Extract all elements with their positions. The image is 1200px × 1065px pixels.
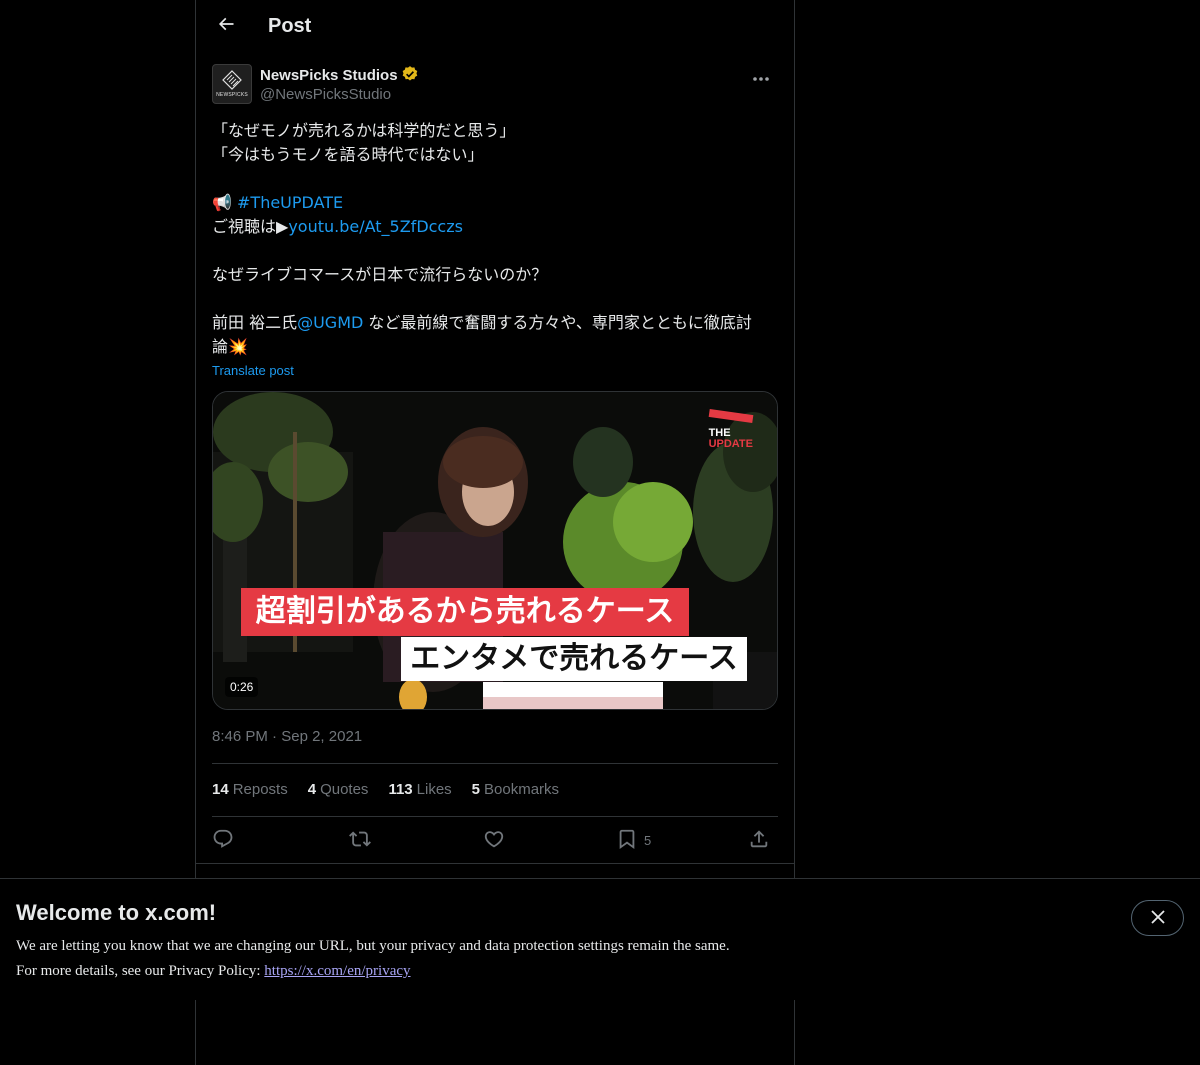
post-line-1: 「なぜモノが売れるかは科学的だと思う」 bbox=[212, 121, 516, 140]
close-banner-button[interactable] bbox=[1131, 900, 1184, 936]
megaphone-emoji: 📢 bbox=[212, 193, 232, 212]
display-name-row[interactable]: NewsPicks Studios bbox=[260, 65, 419, 87]
privacy-policy-link[interactable]: https://x.com/en/privacy bbox=[264, 963, 410, 979]
heart-icon bbox=[483, 828, 505, 853]
bookmark-icon bbox=[616, 828, 638, 853]
watch-prefix: ご視聴は▶ bbox=[212, 217, 289, 236]
quotes-count: 4 bbox=[307, 781, 317, 798]
reposts-label: Reposts bbox=[232, 781, 288, 798]
likes-stat[interactable]: 113 Likes bbox=[388, 780, 451, 800]
divider bbox=[196, 863, 794, 864]
reply-icon bbox=[212, 828, 234, 853]
share-icon bbox=[748, 828, 770, 853]
the-update-logo: THE UPDATE bbox=[709, 428, 753, 450]
more-horizontal-icon bbox=[752, 67, 770, 86]
video-player[interactable]: THE UPDATE 超割引があるから売れるケース エンタメで売れるケース 0:… bbox=[212, 391, 778, 710]
bookmark-button[interactable]: 5 bbox=[616, 826, 651, 854]
post-line-2: 「今はもうモノを語る時代ではない」 bbox=[212, 145, 484, 164]
reposts-count: 14 bbox=[212, 781, 229, 798]
video-duration: 0:26 bbox=[225, 677, 259, 697]
hashtag-line: 📢 #TheUPDATE bbox=[212, 191, 780, 215]
mention-link[interactable]: @UGMD bbox=[297, 313, 363, 332]
bookmarks-label: Bookmarks bbox=[484, 781, 560, 798]
post-timestamp[interactable]: 8:46 PM · Sep 2, 2021 bbox=[212, 727, 362, 747]
mention-line: 前田 裕二氏@UGMD など最前線で奮闘する方々や、専門家とともに徹底討 bbox=[212, 311, 780, 335]
display-name[interactable]: NewsPicks Studios bbox=[260, 66, 398, 86]
bookmarks-count: 5 bbox=[471, 781, 481, 798]
post-text: 「なぜモノが売れるかは科学的だと思う」 「今はもうモノを語る時代ではない」 📢 … bbox=[212, 119, 780, 359]
collision-emoji: 💥 bbox=[228, 337, 248, 356]
avatar-label: NEWSPICKS bbox=[216, 92, 248, 98]
back-button[interactable] bbox=[208, 8, 244, 44]
mention-suffix: など最前線で奮闘する方々や、専門家とともに徹底討 bbox=[363, 313, 752, 332]
share-button[interactable] bbox=[748, 826, 770, 854]
post-stats: 14 Reposts 4 Quotes 113 Likes 5 Bookmarks bbox=[212, 780, 559, 800]
brand-line-2: UPDATE bbox=[708, 438, 753, 450]
reply-button[interactable] bbox=[212, 826, 234, 854]
likes-label: Likes bbox=[416, 781, 452, 798]
watch-line: ご視聴は▶youtu.be/At_5ZfDcczs bbox=[212, 215, 780, 239]
last-line: 論💥 bbox=[212, 335, 780, 359]
divider bbox=[212, 816, 778, 817]
banner-line-2: For more details, see our Privacy Policy… bbox=[16, 959, 730, 984]
last-line-text: 論 bbox=[212, 337, 229, 356]
verified-badge-icon bbox=[401, 65, 419, 87]
banner-title: Welcome to x.com! bbox=[16, 900, 217, 925]
like-button[interactable] bbox=[483, 826, 505, 854]
banner-text: We are letting you know that we are chan… bbox=[16, 934, 730, 984]
post-actions: 5 bbox=[212, 826, 778, 854]
banner-line-2-prefix: For more details, see our Privacy Policy… bbox=[16, 963, 265, 979]
likes-count: 113 bbox=[388, 781, 413, 798]
video-caption-red: 超割引があるから売れるケース bbox=[241, 588, 689, 636]
post-time[interactable]: 8:46 PM bbox=[212, 728, 268, 745]
mention-prefix: 前田 裕二氏 bbox=[212, 313, 298, 332]
quotes-stat[interactable]: 4 Quotes bbox=[308, 780, 369, 800]
bookmarks-stat[interactable]: 5 Bookmarks bbox=[472, 780, 559, 800]
bookmark-count: 5 bbox=[644, 832, 652, 848]
close-icon bbox=[1150, 909, 1165, 928]
timestamp-separator: · bbox=[272, 728, 278, 745]
reposts-stat[interactable]: 14 Reposts bbox=[212, 780, 288, 800]
quotes-label: Quotes bbox=[320, 781, 369, 798]
page-title: Post bbox=[268, 15, 312, 37]
repost-button[interactable] bbox=[349, 826, 371, 854]
welcome-banner: Welcome to x.com! We are letting you kno… bbox=[0, 878, 1200, 1000]
divider bbox=[212, 763, 778, 764]
user-handle[interactable]: @NewsPicksStudio bbox=[260, 85, 391, 105]
page-header: Post bbox=[196, 0, 794, 53]
arrow-left-icon bbox=[216, 14, 236, 38]
question-line: なぜライブコマースが日本で流行らないのか？ bbox=[212, 265, 548, 284]
youtube-link[interactable]: youtu.be/At_5ZfDcczs bbox=[288, 217, 463, 236]
repost-icon bbox=[349, 828, 371, 853]
banner-line-1: We are letting you know that we are chan… bbox=[16, 938, 730, 954]
post-date[interactable]: Sep 2, 2021 bbox=[281, 728, 362, 745]
newspicks-logo-icon bbox=[222, 70, 242, 90]
more-options-button[interactable] bbox=[744, 64, 778, 88]
avatar[interactable]: NEWSPICKS bbox=[212, 64, 252, 104]
post-author: NEWSPICKS NewsPicks Studios @NewsPicksSt… bbox=[212, 64, 778, 106]
hashtag-link[interactable]: #TheUPDATE bbox=[237, 193, 343, 212]
video-caption-white: エンタメで売れるケース bbox=[401, 637, 747, 681]
translate-post-link[interactable]: Translate post bbox=[212, 362, 294, 380]
